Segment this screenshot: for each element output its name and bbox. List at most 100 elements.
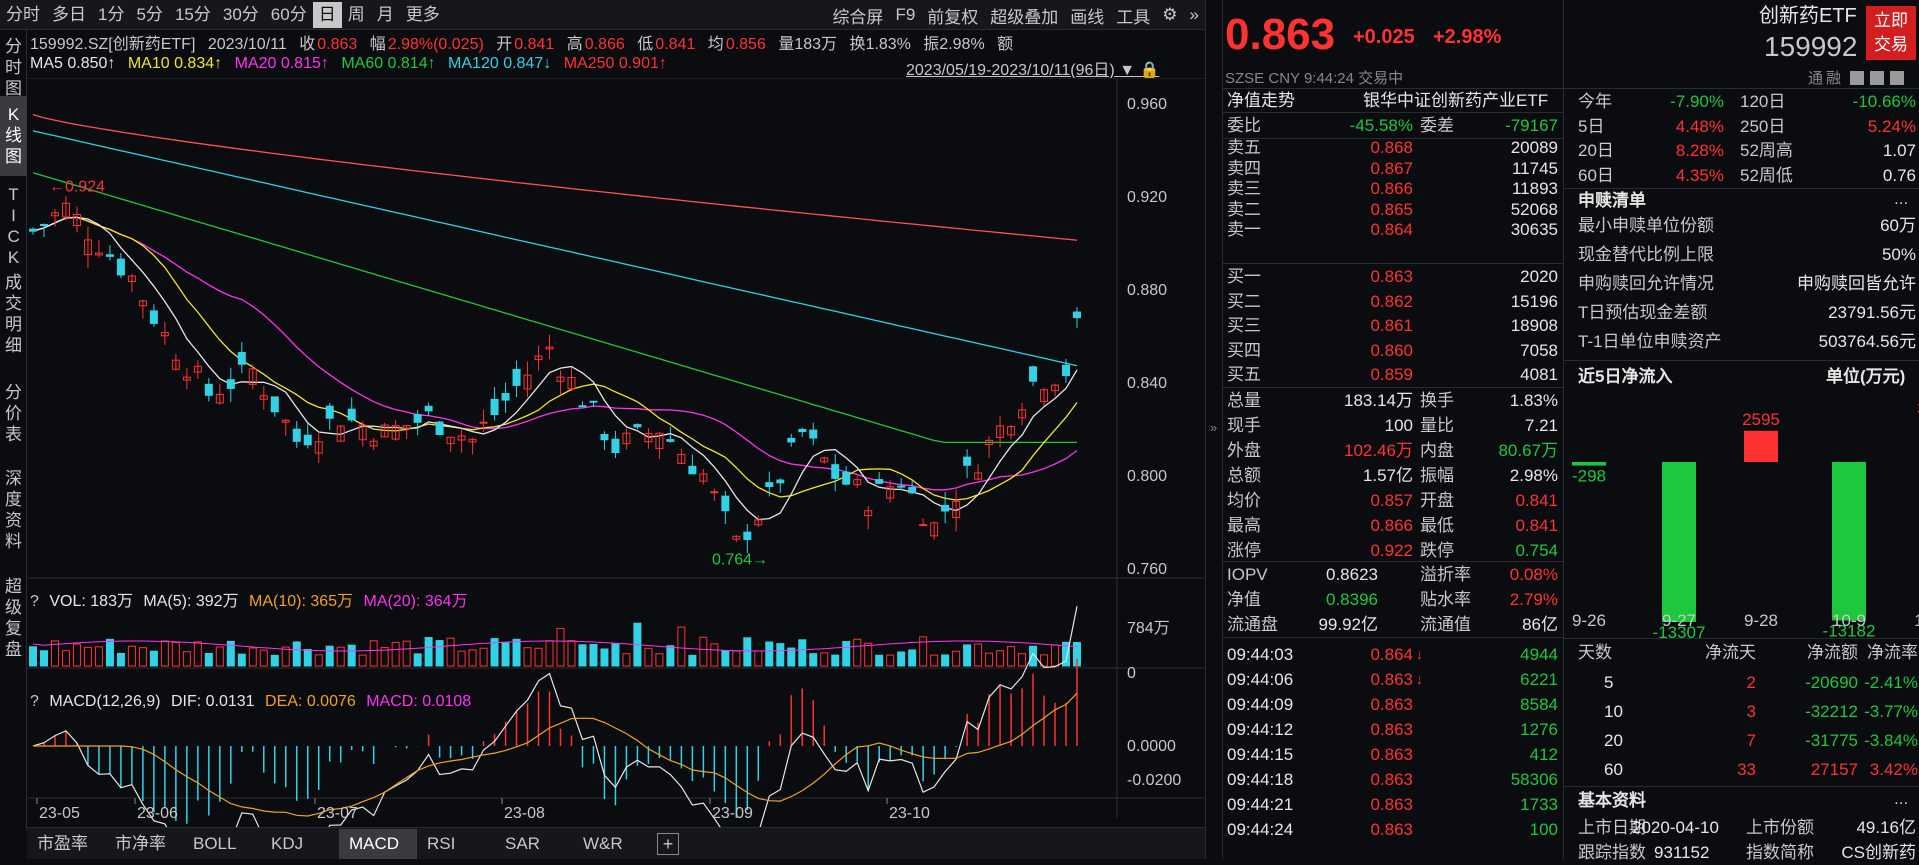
volume-bar — [402, 640, 411, 667]
index-short-label: 指数简称 — [1746, 843, 1814, 862]
basic-more[interactable]: ... — [1894, 786, 1908, 811]
volume-bar — [127, 645, 136, 667]
grid-icon[interactable] — [1890, 71, 1904, 85]
tab-5min[interactable]: 5分 — [130, 2, 168, 28]
tools-button[interactable]: 工具 — [1110, 3, 1156, 28]
tab-rsi[interactable]: RSI — [417, 829, 495, 859]
ask-label: 卖三 — [1227, 179, 1261, 198]
volume-bar — [1051, 644, 1060, 667]
panel-collapse-handle[interactable]: » — [1205, 0, 1223, 859]
tab-sar[interactable]: SAR — [495, 829, 573, 859]
volume-bar — [72, 643, 81, 667]
tab-1min[interactable]: 1分 — [92, 2, 130, 28]
tab-kdj[interactable]: KDJ — [261, 829, 339, 859]
date-range-selector[interactable]: 2023/05/19-2023/10/11(96日) ▼ 🔒 — [906, 56, 1159, 80]
candle-body — [721, 495, 730, 512]
f9-button[interactable]: F9 — [889, 5, 921, 25]
tab-60min[interactable]: 60分 — [265, 2, 313, 28]
macd-legend: ? MACD(12,26,9) DIF: 0.0131 DEA: 0.0076 … — [30, 693, 477, 711]
tick-price: 0.864 — [1370, 645, 1413, 664]
help-icon[interactable]: ? — [30, 593, 39, 610]
sidenav-item-depth[interactable]: 深度资料 — [0, 460, 27, 568]
sidenav-item-kline[interactable]: K线图 — [0, 96, 27, 176]
tab-day[interactable]: 日 — [312, 1, 342, 28]
help-icon[interactable]: ? — [30, 693, 39, 710]
shenshu-label: T-1日单位申赎资产 — [1578, 332, 1722, 351]
tab-wr[interactable]: W&R — [573, 829, 651, 859]
edit-icon[interactable] — [1850, 71, 1864, 85]
adjust-button[interactable]: 前复权 — [921, 3, 984, 28]
expand-icon[interactable]: » — [1184, 5, 1205, 25]
draw-button[interactable]: 画线 — [1064, 3, 1110, 28]
sidenav-item-detail[interactable]: 成交明细 — [0, 264, 27, 374]
candle-body — [787, 437, 796, 443]
tick-time: 09:44:09 — [1227, 695, 1294, 714]
tab-fenshi[interactable]: 分时 — [0, 2, 46, 28]
bid-label: 买四 — [1227, 340, 1261, 360]
chart-icon[interactable] — [1870, 71, 1884, 85]
volume-bar — [996, 650, 1005, 667]
trade-now-button[interactable]: 立即交易 — [1866, 6, 1916, 60]
tab-30min[interactable]: 30分 — [217, 2, 265, 28]
candle-body — [303, 434, 312, 446]
volume-bar — [292, 641, 301, 667]
date-tick-label: 23-10 — [889, 805, 930, 822]
flow-bar-label: -298 — [1572, 467, 1606, 486]
flow-unit: 单位(万元) — [1826, 367, 1906, 386]
bid-price: 0.859 — [1370, 365, 1413, 384]
ma120-value: MA120 0.847↓ — [448, 55, 552, 72]
stat-value: 0.754 — [1515, 541, 1558, 560]
sidenav-item-tick[interactable]: TICK — [0, 176, 27, 267]
overlay-button[interactable]: 超级叠加 — [984, 3, 1064, 28]
tab-pe[interactable]: 市盈率 — [27, 829, 105, 859]
stat-value: 102.46万 — [1344, 441, 1413, 460]
last-price: 0.863 — [1225, 10, 1336, 59]
tab-boll[interactable]: BOLL — [183, 829, 261, 859]
candle-body — [501, 392, 510, 401]
candle-body — [743, 531, 752, 540]
sidenav-label: 超级复盘 — [5, 577, 22, 659]
kline-chart[interactable]: 0.960 0.920 0.880 0.840 0.800 0.760 ←0.924 0.76… — [27, 78, 1205, 828]
volume-bar — [831, 654, 840, 667]
tab-week[interactable]: 周 — [342, 2, 371, 28]
volume-bar — [853, 638, 862, 667]
volume-bar — [732, 650, 741, 667]
volume-bar — [842, 641, 851, 667]
macd-label: MACD(12,26,9) — [49, 693, 161, 710]
add-tab-button[interactable]: + — [657, 832, 679, 855]
gear-icon[interactable]: ⚙ — [1156, 5, 1183, 25]
quote-panel: 0.863 +0.025 +2.98% SZSE CNY 9:44:24 交易中… — [1223, 0, 1563, 859]
stat-value: 7.21 — [1524, 416, 1558, 435]
shenshu-value: 60万 — [1880, 216, 1916, 235]
tab-pb[interactable]: 市净率 — [105, 829, 183, 859]
stat-value: 0.841 — [1515, 491, 1558, 510]
sidenav-item-fenshi[interactable]: 分时图 — [0, 30, 27, 98]
netval-label[interactable]: 净值走势 — [1227, 88, 1295, 113]
combined-screen-button[interactable]: 综合屏 — [826, 3, 889, 28]
volume-bar — [215, 646, 224, 667]
sidenav-item-price-table[interactable]: 分价表 — [0, 374, 27, 460]
stat-label: 换手 — [1420, 391, 1454, 410]
tab-multiday[interactable]: 多日 — [46, 2, 92, 28]
flow-bar — [1662, 462, 1696, 622]
ask-volume: 52068 — [1510, 199, 1558, 219]
stat-label: 均价 — [1227, 491, 1261, 510]
shenshu-more[interactable]: ... — [1894, 186, 1908, 211]
flow-daycount: 3 — [1746, 702, 1756, 721]
shenshu-value: 申购赎回皆允许 — [1797, 274, 1916, 293]
volume-bar — [336, 646, 345, 667]
candle-body — [611, 438, 620, 454]
candle-body — [710, 491, 719, 494]
volume-bar — [204, 652, 213, 667]
tab-more[interactable]: 更多 — [400, 2, 446, 28]
tab-macd[interactable]: MACD — [339, 828, 417, 859]
tab-15min[interactable]: 15分 — [169, 2, 217, 28]
ask-price: 0.867 — [1370, 158, 1413, 178]
tab-month[interactable]: 月 — [371, 2, 400, 28]
macd-value: MACD: 0.0108 — [366, 693, 472, 710]
iopv-value: 2.79% — [1509, 590, 1558, 609]
ask-volume: 20089 — [1510, 138, 1558, 157]
candle-body — [765, 482, 774, 488]
volume-bar — [622, 653, 631, 667]
sidenav-item-replay[interactable]: 超级复盘 — [0, 568, 27, 678]
